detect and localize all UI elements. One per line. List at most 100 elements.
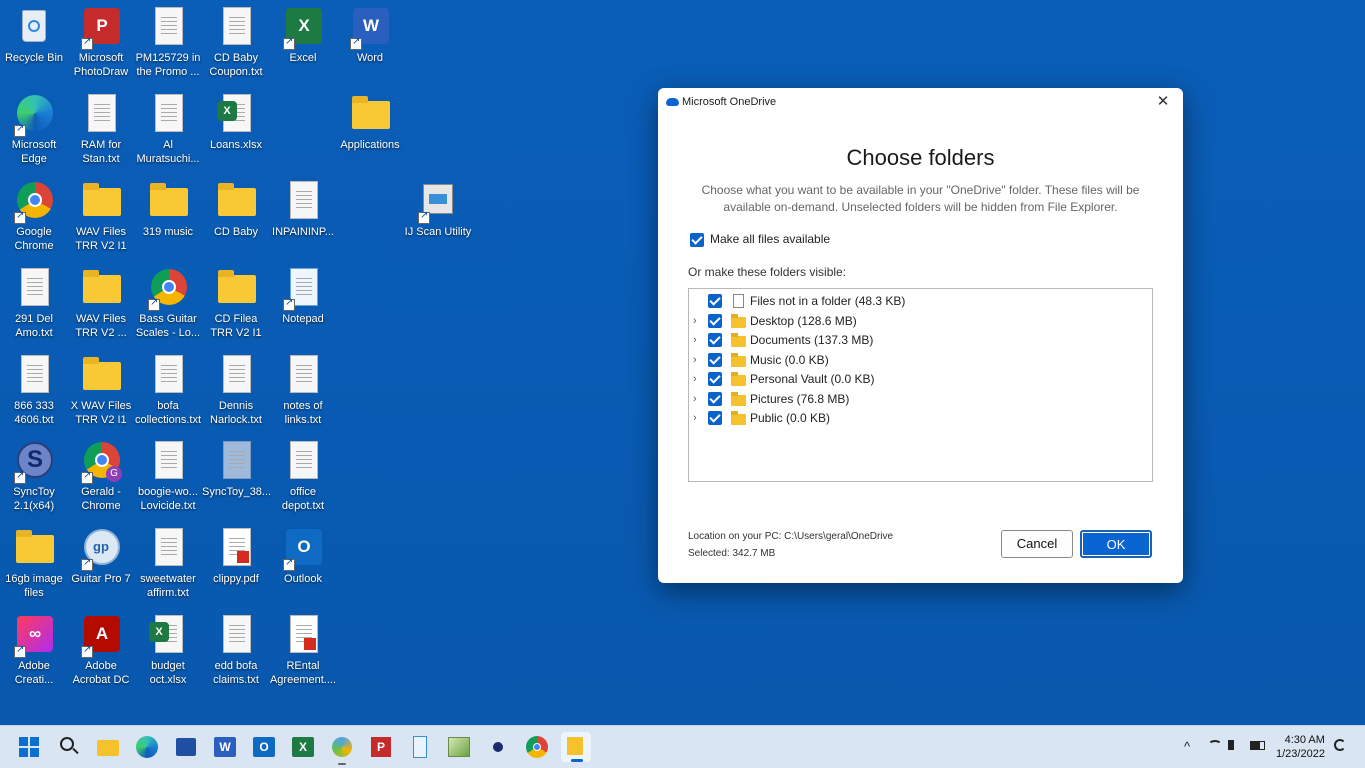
folder-tree[interactable]: Files not in a folder (48.3 KB) › Deskto… — [688, 288, 1153, 482]
ok-button[interactable]: OK — [1080, 530, 1152, 558]
excel-icon: X — [282, 6, 324, 50]
cancel-button[interactable]: Cancel — [1001, 530, 1073, 558]
chrome-profile-shortcut[interactable]: G Gerald - Chrome — [67, 440, 135, 513]
text-file-shortcut[interactable]: sweetwater affirm.txt — [134, 527, 202, 600]
chevron-right-icon[interactable]: › — [693, 409, 703, 428]
word-shortcut[interactable]: W Word — [336, 6, 404, 65]
excel-shortcut[interactable]: X Excel — [269, 6, 337, 65]
icon-label: Excel — [289, 52, 317, 64]
chevron-right-icon[interactable]: › — [693, 331, 703, 350]
checkbox-checked-icon[interactable] — [708, 314, 722, 328]
checkbox-checked-icon[interactable] — [708, 372, 722, 386]
taskbar-outlook[interactable]: O — [252, 735, 276, 759]
xlsx-file-shortcut[interactable]: X budget oct.xlsx — [134, 614, 202, 687]
tray-overflow-chevron-icon[interactable]: ^ — [1184, 739, 1190, 754]
taskbar-edge[interactable] — [135, 735, 159, 759]
taskbar-excel[interactable]: X — [291, 735, 315, 759]
taskbar-app[interactable] — [330, 735, 354, 765]
folder-shortcut[interactable]: WAV Files TRR V2 ... — [67, 267, 135, 340]
folder-shortcut[interactable]: X WAV Files TRR V2 I1 — [67, 354, 135, 427]
file-shortcut[interactable]: SyncToy_38... — [202, 440, 271, 499]
volume-icon[interactable] — [1228, 740, 1234, 750]
chrome-link-shortcut[interactable]: Bass Guitar Scales - Lo... — [134, 267, 202, 340]
checkbox-checked-icon[interactable] — [708, 353, 722, 367]
checkbox-checked-icon[interactable] — [708, 333, 722, 347]
creative-cloud-shortcut[interactable]: ∞ Adobe Creati... — [0, 614, 68, 687]
text-file-shortcut[interactable]: boogie-wo... Lovicide.txt — [134, 440, 202, 513]
taskbar-file-explorer[interactable] — [96, 735, 120, 759]
text-file-shortcut[interactable]: Al Muratsuchi... — [134, 93, 202, 166]
chevron-right-icon[interactable]: › — [693, 312, 703, 331]
text-file-shortcut[interactable]: notes of links.txt — [269, 354, 337, 427]
text-file-shortcut[interactable]: 291 Del Amo.txt — [0, 267, 68, 340]
notifications-icon[interactable] — [1334, 739, 1346, 751]
folder-shortcut[interactable]: 16gb image files — [0, 527, 68, 600]
folder-shortcut[interactable]: CD Baby — [202, 180, 270, 239]
ij-scan-shortcut[interactable]: IJ Scan Utility — [404, 180, 472, 239]
acrobat-shortcut[interactable]: A Adobe Acrobat DC — [67, 614, 135, 687]
pdf-file-shortcut[interactable]: clippy.pdf — [202, 527, 270, 586]
folder-icon — [731, 353, 746, 367]
folder-row-pictures[interactable]: › Pictures (76.8 MB) — [689, 390, 1152, 409]
recycle-bin-shortcut[interactable]: Recycle Bin — [0, 6, 68, 65]
folder-icon — [80, 354, 122, 396]
close-button[interactable]: ✕ — [1153, 92, 1173, 112]
battery-icon[interactable] — [1250, 741, 1265, 750]
photodraw-shortcut[interactable]: P Microsoft PhotoDraw — [67, 6, 135, 79]
folder-row-desktop[interactable]: › Desktop (128.6 MB) — [689, 312, 1152, 331]
text-file-shortcut[interactable]: INPAININP... — [269, 180, 337, 239]
folder-row-music[interactable]: › Music (0.0 KB) — [689, 351, 1152, 370]
taskbar-onedrive-setup[interactable] — [561, 732, 591, 762]
search-button[interactable] — [57, 735, 81, 759]
text-file-shortcut[interactable]: edd bofa claims.txt — [202, 614, 270, 687]
text-file-shortcut[interactable]: 866 333 4606.txt — [0, 354, 68, 427]
checkbox-checked-icon[interactable] — [708, 392, 722, 406]
chevron-right-icon[interactable]: › — [693, 370, 703, 389]
word-icon: W — [349, 6, 391, 50]
folder-shortcut[interactable]: WAV Files TRR V2 I1 — [67, 180, 135, 253]
checkbox-checked-icon[interactable] — [708, 411, 722, 425]
chrome-shortcut[interactable]: Google Chrome — [0, 180, 68, 253]
folder-row-documents[interactable]: › Documents (137.3 MB) — [689, 331, 1152, 350]
window-title: Microsoft OneDrive — [682, 96, 777, 108]
folder-shortcut[interactable]: 319 music — [134, 180, 202, 239]
checkbox-checked-icon[interactable] — [708, 294, 722, 308]
icon-label: Microsoft Edge — [11, 139, 57, 165]
start-button[interactable] — [18, 735, 42, 759]
text-file-shortcut[interactable]: PM125729 in the Promo ... — [134, 6, 202, 79]
text-file-shortcut[interactable]: office depot.txt — [269, 440, 337, 513]
wifi-icon[interactable] — [1208, 740, 1222, 750]
folder-row-personal-vault[interactable]: › Personal Vault (0.0 KB) — [689, 370, 1152, 389]
taskbar-app-2[interactable] — [486, 735, 510, 759]
guitar-pro-shortcut[interactable]: gp Guitar Pro 7 — [67, 527, 135, 586]
xlsx-file-shortcut[interactable]: X Loans.xlsx — [202, 93, 270, 152]
text-file-shortcut[interactable]: Dennis Narlock.txt — [202, 354, 270, 427]
text-file-shortcut[interactable]: CD Baby Coupon.txt — [202, 6, 270, 79]
folder-icon — [731, 392, 746, 406]
notepad-shortcut[interactable]: Notepad — [269, 267, 337, 326]
folder-icon — [731, 411, 746, 425]
text-file-shortcut[interactable]: bofa collections.txt — [134, 354, 202, 427]
chevron-right-icon[interactable]: › — [693, 351, 703, 370]
outlook-shortcut[interactable]: O Outlook — [269, 527, 337, 586]
synctoy-shortcut[interactable]: S SyncToy 2.1(x64) — [0, 440, 68, 513]
taskbar-store[interactable] — [174, 735, 198, 759]
folder-row-files-not-in-folder[interactable]: Files not in a folder (48.3 KB) — [689, 292, 1152, 311]
outlook-icon: O — [253, 737, 275, 757]
text-file-shortcut[interactable]: RAM for Stan.txt — [67, 93, 135, 166]
pdf-file-shortcut[interactable]: REntal Agreement.... — [269, 614, 337, 687]
clock[interactable]: 4:30 AM 1/23/2022 — [1276, 733, 1325, 761]
folder-shortcut[interactable]: CD Filea TRR V2 I1 — [202, 267, 270, 340]
chevron-right-icon[interactable]: › — [693, 390, 703, 409]
taskbar-word[interactable]: W — [213, 735, 237, 759]
taskbar-photos[interactable] — [447, 735, 471, 759]
taskbar-photodraw[interactable]: P — [369, 735, 393, 759]
make-all-files-checkbox[interactable]: Make all files available — [690, 232, 830, 247]
folder-shortcut[interactable]: Applications — [336, 93, 404, 152]
icon-label: CD Baby — [213, 226, 259, 238]
close-icon: ✕ — [1156, 93, 1170, 110]
taskbar-notepad[interactable] — [408, 735, 432, 759]
folder-row-public[interactable]: › Public (0.0 KB) — [689, 409, 1152, 428]
edge-shortcut[interactable]: Microsoft Edge — [0, 93, 68, 166]
taskbar-chrome[interactable] — [525, 735, 549, 759]
